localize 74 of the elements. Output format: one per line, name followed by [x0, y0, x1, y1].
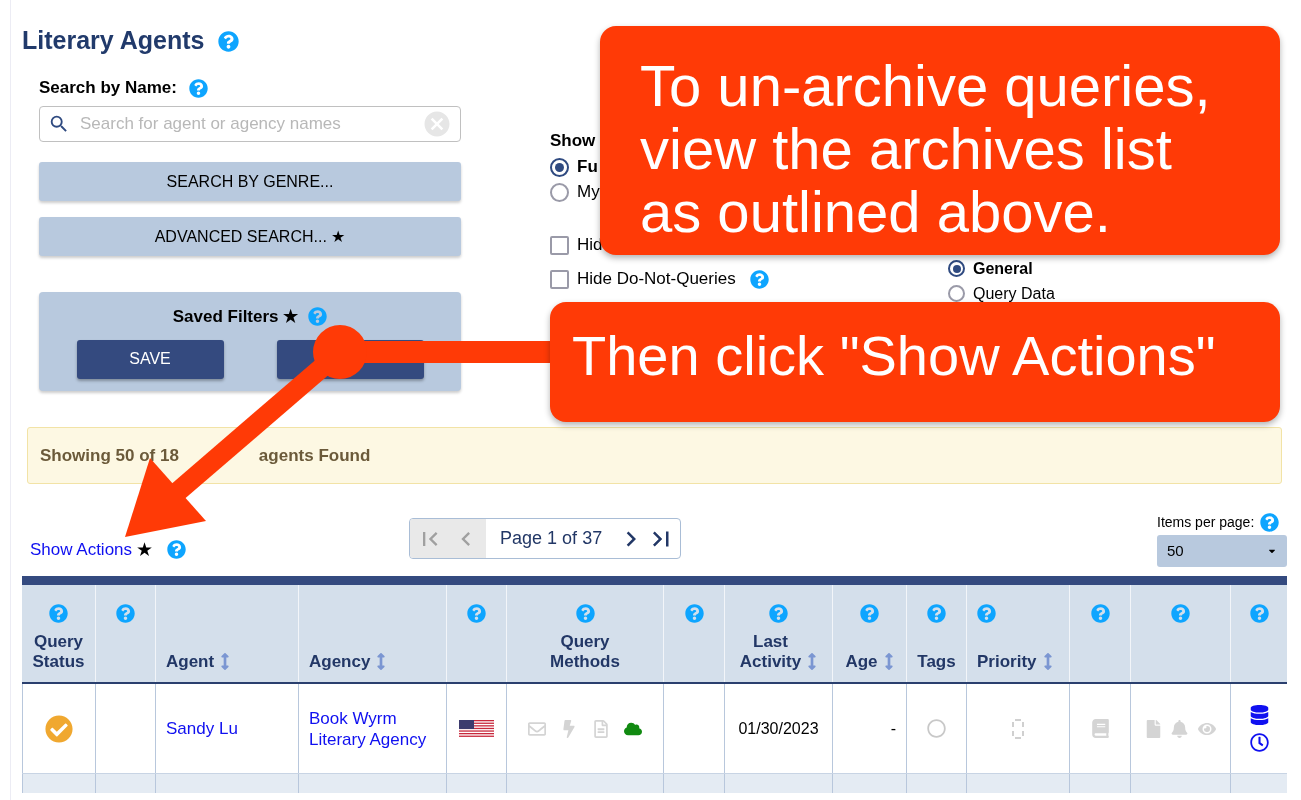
help-icon[interactable] [575, 604, 595, 623]
checkbox-label: Hid [577, 234, 603, 257]
help-icon[interactable] [1260, 513, 1280, 532]
help-icon[interactable] [1171, 604, 1190, 623]
radio-button[interactable] [948, 260, 965, 277]
radio-label: Query Data [973, 285, 1055, 302]
flag-icon [459, 719, 494, 738]
callout: Then click "Show Actions" [550, 302, 1280, 422]
column-title: Last Activity [739, 632, 802, 672]
help-icon[interactable] [167, 540, 187, 560]
search-option-button[interactable]: SEARCH BY GENRE... [39, 162, 461, 201]
radio-label: Fu [577, 156, 598, 179]
search-option-button[interactable]: ADVANCED SEARCH... ★ [39, 217, 461, 256]
page-title: Literary Agents [22, 25, 205, 57]
saved-filters-title: Saved Filters ★ [172, 306, 299, 328]
column-title: Age [845, 652, 878, 672]
help-icon[interactable] [308, 307, 328, 327]
help-icon[interactable] [218, 30, 240, 52]
radio-button[interactable] [550, 157, 569, 177]
column-title: Priority [977, 652, 1037, 672]
show-label: Show [550, 131, 596, 150]
database-icon[interactable] [1249, 705, 1269, 725]
radio-button[interactable] [550, 182, 569, 202]
sort-icon[interactable] [807, 653, 818, 670]
age-text: - [890, 718, 896, 739]
save-button[interactable]: SAVE [76, 339, 224, 379]
page-indicator: Page 1 of 37 [499, 527, 604, 550]
column-title: Agency [309, 652, 371, 672]
sort-icon[interactable] [220, 653, 231, 670]
file-icon[interactable] [1145, 719, 1161, 738]
help-icon[interactable] [1249, 604, 1269, 623]
search-icon [48, 113, 70, 135]
help-icon[interactable] [467, 604, 486, 623]
search-field[interactable]: Search for agent or agency names [39, 106, 461, 142]
help-icon[interactable] [116, 604, 135, 623]
column-title: Query Methods [550, 632, 620, 672]
help-icon[interactable] [769, 604, 788, 623]
priority-icon[interactable] [1012, 718, 1024, 739]
star-text: ★ [136, 537, 154, 562]
column-title: Tags [917, 652, 956, 672]
help-icon[interactable] [188, 78, 208, 98]
help-icon[interactable] [684, 604, 704, 623]
column-title: Agent [166, 652, 215, 672]
agent-link[interactable]: Sandy Lu [166, 715, 238, 742]
help-icon[interactable] [749, 269, 769, 289]
help-icon[interactable] [49, 604, 68, 623]
agency-link[interactable]: Book Wyrm Literary Agency [309, 707, 427, 750]
checkbox[interactable] [550, 235, 569, 255]
items-per-page-select[interactable]: 50 [1157, 535, 1287, 567]
help-icon[interactable] [927, 604, 946, 623]
date-text: 01/30/2023 [738, 718, 819, 739]
show-actions-link[interactable]: Show Actions [30, 537, 133, 563]
column-title: Query Status [32, 632, 85, 672]
radio-button[interactable] [948, 285, 965, 302]
clear-icon[interactable] [422, 109, 452, 139]
items-per-page-label: Items per page: [1157, 513, 1255, 532]
results-text: agents Found [258, 444, 371, 467]
sort-icon[interactable] [376, 653, 387, 670]
radio-label: My [577, 181, 600, 204]
notebook-icon[interactable] [1091, 719, 1109, 738]
eye-icon[interactable] [1197, 720, 1216, 737]
help-icon[interactable] [1090, 604, 1110, 623]
checkbox[interactable] [550, 269, 569, 289]
help-icon[interactable] [860, 604, 879, 623]
bell-icon[interactable] [1170, 719, 1188, 738]
checkbox-label: Hide Do-Not-Queries [577, 268, 736, 291]
search-label: Search by Name: [39, 77, 177, 100]
clock-icon[interactable] [1249, 733, 1269, 752]
results-text: Showing 50 of 18 [40, 444, 179, 467]
radio-label: General [973, 260, 1033, 277]
sort-icon[interactable] [1042, 653, 1053, 670]
sort-icon[interactable] [883, 653, 894, 670]
help-icon[interactable] [977, 604, 996, 623]
search-input[interactable]: Search for agent or agency names [80, 111, 412, 137]
